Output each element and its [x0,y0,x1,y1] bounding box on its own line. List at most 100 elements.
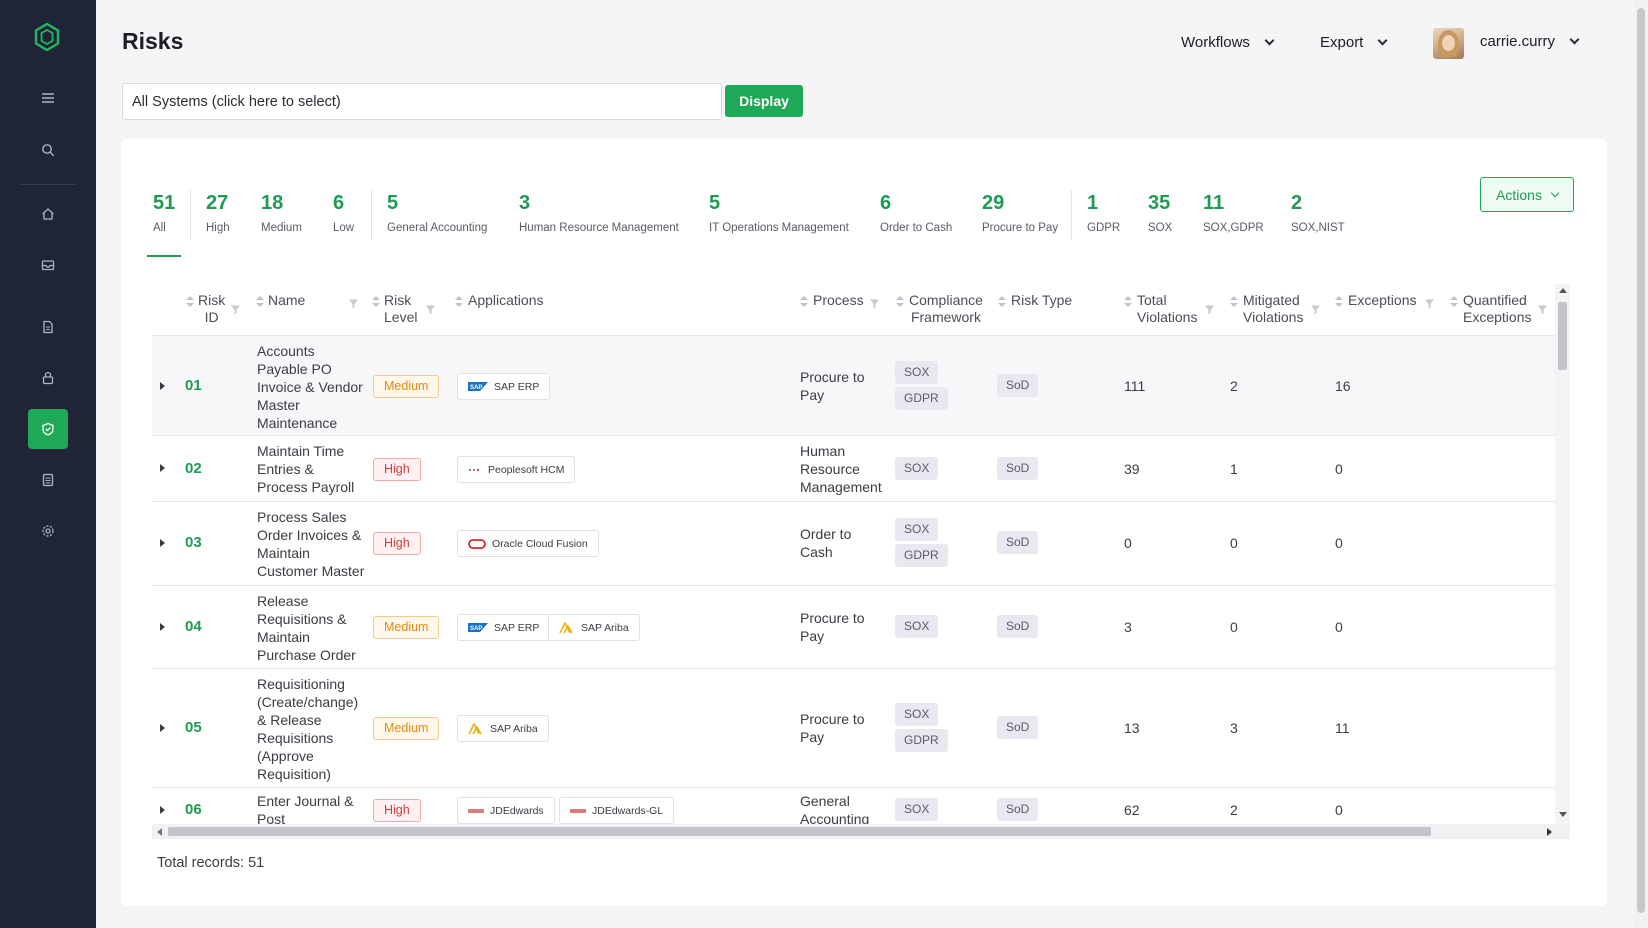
filter-icon[interactable] [230,302,241,314]
sort-icon[interactable] [455,296,463,308]
display-button[interactable]: Display [725,85,803,117]
scrollbar-thumb[interactable] [168,827,1431,836]
sort-icon[interactable] [1335,296,1343,308]
stat-sox-gdpr[interactable]: 11 SOX,GDPR [1203,191,1264,234]
col-risk-level[interactable]: Risk Level [384,292,417,326]
exceptions[interactable]: 0 [1335,534,1343,552]
stat-it-operations[interactable]: 5 IT Operations Management [709,191,849,234]
filter-icon[interactable] [348,296,359,308]
stat-medium[interactable]: 18 Medium [261,191,302,234]
page-scrollbar[interactable] [1634,0,1648,928]
col-quantified-exceptions[interactable]: Quantified Exceptions [1463,292,1531,326]
col-mitigated-violations[interactable]: Mitigated Violations [1243,292,1303,326]
scroll-left-icon[interactable] [157,828,162,836]
exceptions[interactable]: 0 [1335,618,1343,636]
total-violations[interactable]: 0 [1124,534,1132,552]
inbox-icon[interactable] [28,245,68,285]
sort-icon[interactable] [1450,296,1458,308]
total-violations[interactable]: 39 [1124,460,1140,478]
total-violations[interactable]: 111 [1124,377,1145,395]
table-row[interactable]: 04 Release Requisitions & Maintain Purchase… [152,586,1558,669]
filter-icon[interactable] [425,302,436,314]
expand-row-icon[interactable] [160,623,165,631]
filter-icon[interactable] [1204,302,1215,314]
list-icon[interactable] [28,460,68,500]
avatar[interactable] [1433,28,1464,59]
stat-low[interactable]: 6 Low [333,191,354,234]
exceptions[interactable]: 11 [1335,719,1350,737]
risk-id[interactable]: 02 [185,460,202,477]
mitigated-violations[interactable]: 3 [1230,719,1238,737]
col-applications[interactable]: Applications [468,292,544,309]
table-vertical-scrollbar[interactable] [1555,284,1570,824]
expand-row-icon[interactable] [160,539,165,547]
scrollbar-thumb[interactable] [1558,302,1567,370]
risk-id[interactable]: 06 [185,801,202,818]
home-icon[interactable] [28,194,68,234]
sort-icon[interactable] [998,296,1006,308]
sort-icon[interactable] [896,296,904,308]
scrollbar-thumb[interactable] [1637,8,1645,913]
sort-icon[interactable] [800,296,808,308]
expand-row-icon[interactable] [160,724,165,732]
mitigated-violations[interactable]: 2 [1230,801,1238,819]
filter-icon[interactable] [1424,296,1435,308]
stat-sox[interactable]: 35 SOX [1148,191,1172,234]
workflows-menu[interactable]: Workflows [1181,34,1275,51]
expand-row-icon[interactable] [160,806,165,814]
expand-row-icon[interactable] [160,382,165,390]
col-risk-id[interactable]: Risk ID [198,292,225,326]
risk-id[interactable]: 03 [185,534,202,551]
shield-check-icon[interactable] [28,409,68,449]
table-row[interactable]: 05 Requisitioning (Create/change) & Releas… [152,669,1558,788]
stat-all[interactable]: 51 All [153,191,175,234]
stat-general-accounting[interactable]: 5 General Accounting [387,191,487,234]
total-violations[interactable]: 13 [1124,719,1140,737]
exceptions[interactable]: 16 [1335,377,1351,395]
stat-gdpr[interactable]: 1 GDPR [1087,191,1120,234]
table-horizontal-scrollbar[interactable] [152,824,1570,839]
col-process[interactable]: Process [813,292,864,309]
stat-sox-nist[interactable]: 2 SOX,NIST [1291,191,1345,234]
mitigated-violations[interactable]: 0 [1230,618,1238,636]
table-row[interactable]: 01 Accounts Payable PO Invoice & Vendor Mas… [152,336,1558,436]
lock-icon[interactable] [28,358,68,398]
settings-icon[interactable] [28,511,68,551]
sort-icon[interactable] [256,296,264,308]
stat-order-to-cash[interactable]: 6 Order to Cash [880,191,952,234]
risk-id[interactable]: 05 [185,719,202,736]
document-icon[interactable] [28,307,68,347]
risk-id[interactable]: 01 [185,377,202,394]
filter-icon[interactable] [1310,302,1321,314]
sort-icon[interactable] [1124,296,1132,308]
search-icon[interactable] [28,130,68,170]
table-row[interactable]: 06 Enter Journal & Post High JDEdwards JD… [152,788,1558,824]
col-name[interactable]: Name [268,292,305,309]
col-exceptions[interactable]: Exceptions [1348,292,1416,309]
mitigated-violations[interactable]: 0 [1230,534,1238,552]
systems-select-input[interactable] [122,83,722,120]
export-menu[interactable]: Export [1320,34,1388,51]
actions-button[interactable]: Actions [1480,177,1574,212]
col-compliance-framework[interactable]: Compliance Framework [909,292,983,326]
expand-row-icon[interactable] [160,464,165,472]
exceptions[interactable]: 0 [1335,801,1343,819]
user-menu[interactable]: carrie.curry [1480,33,1580,50]
mitigated-violations[interactable]: 2 [1230,377,1238,395]
logo-icon[interactable] [33,22,61,52]
stat-high[interactable]: 27 High [206,191,230,234]
total-violations[interactable]: 3 [1124,618,1132,636]
sort-icon[interactable] [186,296,194,308]
filter-icon[interactable] [869,296,880,308]
scroll-down-icon[interactable] [1559,812,1567,817]
mitigated-violations[interactable]: 1 [1230,460,1238,478]
risk-id[interactable]: 04 [185,618,202,635]
table-row[interactable]: 03 Process Sales Order Invoices & Maintain… [152,502,1558,586]
sort-icon[interactable] [372,296,380,308]
exceptions[interactable]: 0 [1335,460,1343,478]
table-row[interactable]: 02 Maintain Time Entries & Process Payroll… [152,436,1558,502]
scroll-up-icon[interactable] [1559,288,1567,293]
total-violations[interactable]: 62 [1124,801,1140,819]
stat-hr-management[interactable]: 3 Human Resource Management [519,191,679,234]
filter-icon[interactable] [1537,302,1548,314]
